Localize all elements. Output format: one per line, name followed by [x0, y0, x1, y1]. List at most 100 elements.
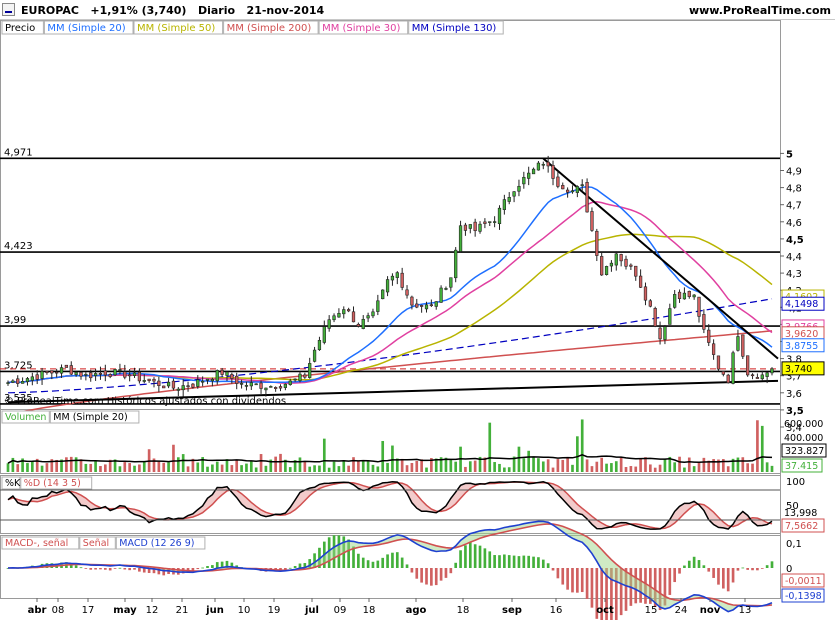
price-tag: 3,740: [785, 364, 812, 375]
macd-legend-item: MACD-, señal: [5, 538, 68, 549]
macd-histogram-bar: [410, 568, 414, 573]
macd-histogram-bar: [293, 566, 297, 568]
macd-histogram-bar: [395, 552, 399, 568]
x-tick-label: abr: [28, 605, 47, 616]
candle-body: [502, 199, 506, 210]
macd-histogram-bar: [133, 568, 136, 570]
macd-histogram-bar: [430, 568, 433, 586]
period: Diario: [197, 4, 236, 17]
candle-body: [410, 296, 414, 306]
volume-tick-label: 600.000: [784, 419, 823, 430]
macd-histogram-bar: [741, 567, 745, 569]
volume-bar: [498, 463, 501, 472]
price-tick-label: 4,6: [786, 218, 802, 229]
volume-bar: [522, 458, 526, 472]
chart-canvas[interactable]: 4,9714,4233,993,7253,535Precio MM (Simple…: [0, 20, 835, 620]
volume-bar: [580, 419, 584, 472]
macd-histogram-bar: [434, 568, 438, 586]
level-label: 4,971: [4, 147, 33, 158]
macd-histogram-bar: [765, 565, 769, 568]
macd-legend-item: MACD (12 26 9): [119, 538, 194, 549]
macd-histogram-bar: [683, 565, 686, 568]
candle-body: [463, 224, 468, 231]
candle-body: [376, 300, 380, 312]
macd-histogram-bar: [571, 568, 574, 593]
candle-body: [381, 289, 385, 300]
candle-body: [118, 369, 122, 371]
volume-bar: [629, 466, 633, 472]
candle-body: [84, 373, 88, 376]
candle-body: [303, 374, 307, 378]
volume-bar: [337, 466, 341, 472]
volume-bar: [138, 464, 141, 472]
volume-bar: [663, 458, 667, 472]
volume-bar: [211, 464, 214, 472]
volume-bar: [245, 463, 248, 472]
macd-histogram-bar: [751, 568, 754, 571]
macd-histogram-bar: [103, 568, 107, 570]
stoch-legend-item: %K: [5, 478, 21, 489]
candle-body: [249, 382, 253, 387]
volume-bar: [220, 464, 224, 472]
price-tick-label: 3,6: [786, 389, 802, 400]
volume-bar: [249, 460, 253, 472]
macd-histogram-bar: [697, 560, 701, 568]
candle-body: [298, 373, 302, 381]
macd-histogram-bar: [760, 568, 764, 569]
macd-histogram-bar: [361, 557, 365, 568]
volume-bar: [186, 466, 190, 472]
volume-bar: [590, 466, 594, 472]
volume-bar: [653, 467, 657, 472]
macd-histogram-bar: [726, 568, 730, 592]
candle-body: [16, 378, 20, 384]
volume-bar: [298, 457, 302, 472]
macd-histogram-bar: [522, 555, 526, 568]
volume-bar: [235, 460, 239, 472]
volume-bar: [760, 425, 764, 472]
volume-bar: [157, 460, 161, 472]
macd-histogram-bar: [459, 550, 462, 568]
volume-bar: [610, 463, 613, 472]
volume-bar: [123, 462, 127, 472]
volume-bar: [94, 461, 97, 472]
macd-histogram-bar: [405, 564, 409, 568]
candle-body: [93, 373, 98, 376]
candle-body: [201, 380, 205, 383]
macd-histogram-bar: [546, 563, 550, 568]
candle-body: [565, 189, 570, 193]
volume-bar: [162, 462, 166, 472]
volume-bar: [176, 457, 180, 472]
volume-bar: [405, 465, 409, 472]
candle-body: [176, 388, 180, 391]
candle-body: [702, 314, 706, 330]
candle-body: [40, 371, 44, 379]
volume-bar: [254, 467, 258, 472]
volume-bar: [230, 465, 234, 472]
volume-bar: [391, 445, 394, 472]
volume-bar: [103, 464, 107, 472]
price-tick-label: 4,8: [786, 184, 802, 195]
macd-histogram-bar: [503, 554, 506, 568]
candle-body: [322, 326, 326, 343]
candle-body: [128, 374, 132, 377]
candle-body: [682, 292, 687, 300]
candle-body: [50, 370, 54, 374]
candle-body: [103, 370, 107, 376]
candle-body: [79, 372, 83, 377]
candle-body: [546, 161, 550, 167]
legend-item: MM (Simple 30): [322, 23, 400, 34]
volume-bar: [347, 465, 350, 472]
price-tick-label: 3,5: [786, 406, 804, 417]
macd-histogram-bar: [541, 559, 545, 568]
volume-bar: [644, 457, 647, 472]
x-tick-label: nov: [700, 605, 721, 616]
site-url[interactable]: www.ProRealTime.com: [689, 4, 831, 17]
candle-body: [152, 378, 156, 382]
candle-body: [342, 309, 346, 315]
volume-bar: [89, 463, 93, 472]
volume-legend-item: MM (Simple 20): [53, 412, 127, 423]
volume-bar: [488, 422, 492, 472]
volume-bar: [74, 457, 78, 472]
candle-body: [512, 191, 516, 197]
volume-bar: [678, 456, 681, 472]
